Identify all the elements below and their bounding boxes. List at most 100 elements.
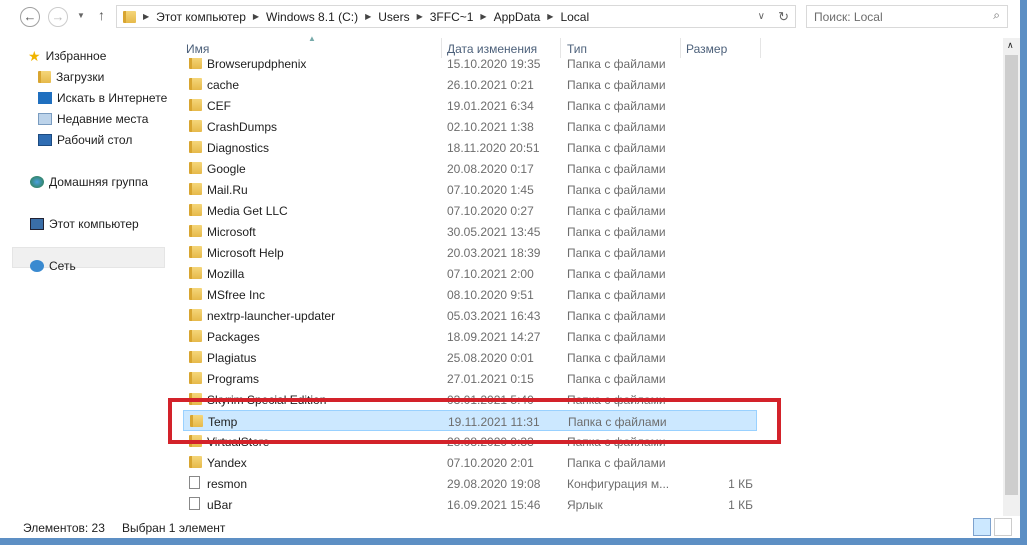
file-row[interactable]: uBar 16.09.2021 15:46 Ярлык 1 КБ: [183, 494, 757, 515]
nav-network[interactable]: Сеть: [30, 257, 76, 275]
large-icons-view-button[interactable]: [994, 518, 1012, 536]
file-row[interactable]: Browserupdphenix 15.10.2020 19:35 Папка с …: [183, 58, 757, 74]
file-row[interactable]: nextrp-launcher-updater 05.03.2021 16:43 П…: [183, 305, 757, 326]
file-row[interactable]: Diagnostics 18.11.2020 20:51 Папка с файла…: [183, 137, 757, 158]
nav-web-search[interactable]: Искать в Интернете: [38, 89, 167, 107]
chevron-down-icon[interactable]: ∨: [758, 11, 765, 22]
file-type: Папка с файлами: [567, 225, 666, 239]
recent-places-icon: [38, 113, 52, 125]
file-type: Папка с файлами: [567, 267, 666, 281]
nav-label: Сеть: [49, 259, 76, 273]
details-view-button[interactable]: [973, 518, 991, 536]
file-date: 15.10.2020 19:35: [447, 58, 541, 71]
file-row[interactable]: CrashDumps 02.10.2021 1:38 Папка с файлами: [183, 116, 757, 137]
nav-recent[interactable]: Недавние места: [38, 110, 148, 128]
column-size[interactable]: Размер: [686, 42, 727, 56]
file-row[interactable]: Plagiatus 25.08.2020 0:01 Папка с файлами: [183, 347, 757, 368]
file-type: Папка с файлами: [567, 183, 666, 197]
file-row[interactable]: Microsoft 30.05.2021 13:45 Папка с файлами: [183, 221, 757, 242]
file-name: Packages: [207, 330, 260, 344]
nav-label: Недавние места: [57, 112, 149, 126]
folder-icon: [189, 372, 202, 384]
file-type: Папка с файлами: [567, 204, 666, 218]
folder-icon: [189, 120, 202, 132]
file-name: Microsoft: [207, 225, 256, 239]
file-name: Google: [207, 162, 246, 176]
file-row[interactable]: Yandex 07.10.2020 2:01 Папка с файлами: [183, 452, 757, 473]
folder-icon: [189, 330, 202, 342]
search-icon[interactable]: ⌕: [993, 8, 1000, 23]
file-type: Папка с файлами: [567, 120, 666, 134]
config-file-icon: [189, 476, 200, 489]
file-type: Папка с файлами: [567, 78, 666, 92]
scroll-up-icon[interactable]: ∧: [1007, 40, 1014, 51]
breadcrumb[interactable]: AppData: [494, 10, 541, 24]
breadcrumb[interactable]: Windows 8.1 (C:): [266, 10, 358, 24]
file-row[interactable]: Programs 27.01.2021 0:15 Папка с файлами: [183, 368, 757, 389]
file-name: Mail.Ru: [207, 183, 248, 197]
toolbar: ← → ▼ ↑ ▶ Этот компьютер ▶ Windows 8.1 (C:…: [0, 0, 1027, 34]
file-type: Папка с файлами: [567, 246, 666, 260]
recent-dropdown-icon[interactable]: ▼: [77, 11, 85, 20]
search-web-icon: [38, 92, 52, 104]
file-date: 19.01.2021 6:34: [447, 99, 534, 113]
file-date: 16.09.2021 15:46: [447, 498, 541, 512]
file-name: cache: [207, 78, 240, 92]
file-row[interactable]: Mail.Ru 07.10.2020 1:45 Папка с файлами: [183, 179, 757, 200]
folder-icon: [189, 288, 202, 300]
back-button[interactable]: ←: [20, 7, 40, 27]
search-input[interactable]: Поиск: Local ⌕: [806, 5, 1008, 28]
forward-button[interactable]: →: [48, 7, 68, 27]
file-row[interactable]: Media Get LLC 07.10.2020 0:27 Папка с файл…: [183, 200, 757, 221]
file-name: Mozilla: [207, 267, 245, 281]
nav-this-pc[interactable]: Этот компьютер: [30, 215, 139, 233]
folder-icon: [123, 10, 136, 23]
column-name[interactable]: Имя: [186, 42, 209, 56]
file-row[interactable]: cache 26.10.2021 0:21 Папка с файлами: [183, 74, 757, 95]
refresh-icon[interactable]: ↻: [778, 9, 789, 25]
file-size: 1 КБ: [728, 477, 753, 491]
file-row[interactable]: MSfree Inc 08.10.2020 9:51 Папка с файлами: [183, 284, 757, 305]
file-name: uBar: [207, 498, 233, 512]
up-button[interactable]: ↑: [98, 7, 105, 23]
scrollbar-thumb[interactable]: [1005, 55, 1018, 495]
star-icon: ★: [28, 47, 41, 64]
file-name: Media Get LLC: [207, 204, 288, 218]
file-date: 30.05.2021 13:45: [447, 225, 541, 239]
file-row[interactable]: Mozilla 07.10.2021 2:00 Папка с файлами: [183, 263, 757, 284]
file-date: 07.10.2020 2:01: [447, 456, 534, 470]
file-type: Ярлык: [567, 498, 603, 512]
nav-label: Избранное: [45, 49, 107, 63]
nav-downloads[interactable]: Загрузки: [38, 68, 104, 86]
column-headers: ▲ Имя Дата изменения Тип Размер: [180, 34, 1000, 58]
file-row[interactable]: resmon 29.08.2020 19:08 Конфигурация м... 1…: [183, 473, 757, 494]
file-size: 1 КБ: [728, 498, 753, 512]
sort-ascending-icon: ▲: [308, 34, 316, 43]
file-type: Папка с файлами: [567, 58, 666, 71]
nav-label: Домашняя группа: [49, 175, 149, 189]
file-date: 29.08.2020 19:08: [447, 477, 541, 491]
file-date: 20.08.2020 0:17: [447, 162, 534, 176]
homegroup-icon: [30, 176, 44, 188]
breadcrumb[interactable]: Этот компьютер: [156, 10, 246, 24]
file-row[interactable]: CEF 19.01.2021 6:34 Папка с файлами: [183, 95, 757, 116]
file-row[interactable]: Packages 18.09.2021 14:27 Папка с файлами: [183, 326, 757, 347]
nav-label: Рабочий стол: [57, 133, 133, 147]
file-name: resmon: [207, 477, 248, 491]
file-date: 27.01.2021 0:15: [447, 372, 534, 386]
file-type: Папка с файлами: [567, 99, 666, 113]
status-bar: Элементов: 23 Выбран 1 элемент: [0, 516, 1027, 538]
file-row[interactable]: Microsoft Help 20.03.2021 18:39 Папка с фа…: [183, 242, 757, 263]
breadcrumb[interactable]: Users: [378, 10, 409, 24]
address-bar[interactable]: ▶ Этот компьютер ▶ Windows 8.1 (C:) ▶ Users…: [116, 5, 796, 28]
nav-homegroup[interactable]: Домашняя группа: [30, 173, 148, 191]
nav-favorites[interactable]: ★ Избранное: [28, 47, 106, 65]
file-date: 25.08.2020 0:01: [447, 351, 534, 365]
file-name: Yandex: [207, 456, 247, 470]
column-type[interactable]: Тип: [567, 42, 587, 56]
column-date[interactable]: Дата изменения: [447, 42, 537, 56]
nav-desktop[interactable]: Рабочий стол: [38, 131, 132, 149]
breadcrumb[interactable]: 3FFC~1: [430, 10, 474, 24]
breadcrumb[interactable]: Local: [560, 10, 589, 24]
file-row[interactable]: Google 20.08.2020 0:17 Папка с файлами: [183, 158, 757, 179]
